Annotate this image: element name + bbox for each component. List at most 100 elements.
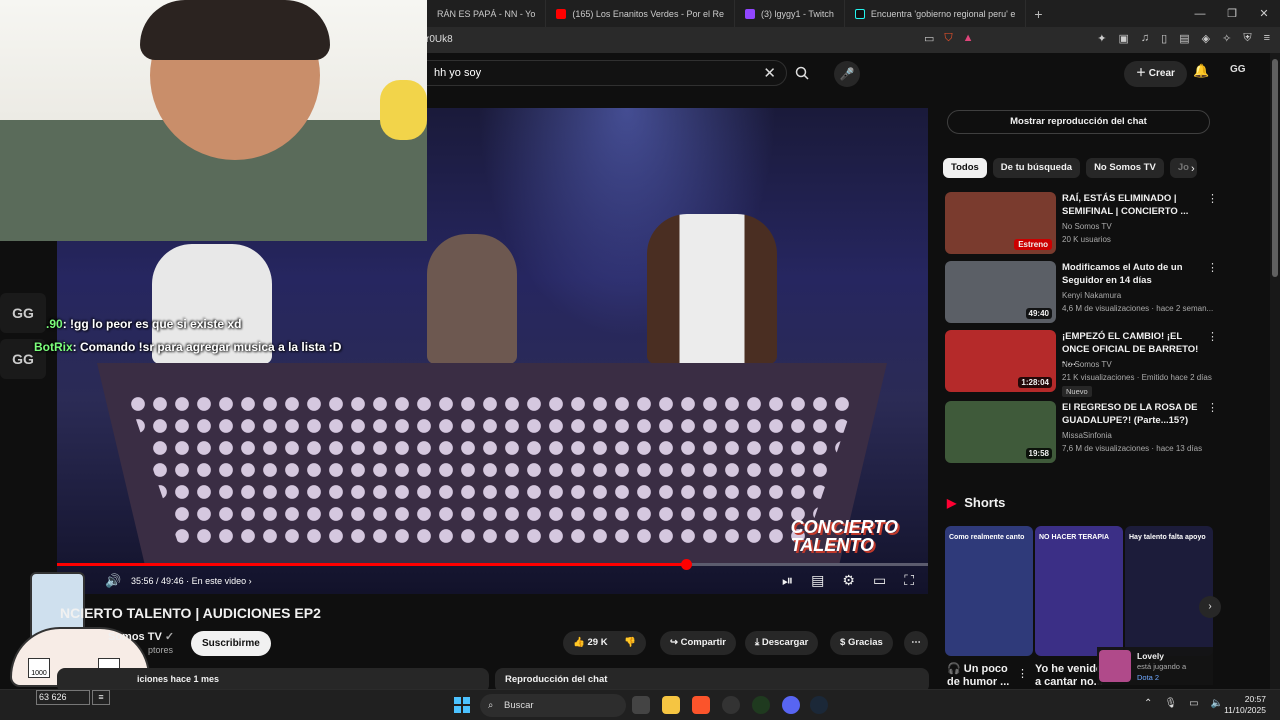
voice-search-button[interactable]: 🎤 [834, 61, 860, 87]
progress-scrubber[interactable] [680, 559, 692, 570]
game-activity-notification[interactable]: Lovely está jugando a Dota 2 [1097, 647, 1213, 685]
notifications-bell-icon[interactable]: 🔔 [1193, 63, 1209, 79]
speaker-icon[interactable]: 🔈 [1211, 698, 1223, 709]
shorts-next-arrow-icon[interactable]: › [1199, 596, 1221, 618]
rec-channel[interactable]: Kenyi Nakamura [1062, 291, 1121, 300]
minimize-button[interactable]: — [1184, 0, 1216, 27]
menu-icon[interactable]: ≡ [1264, 32, 1270, 45]
theater-mode-icon[interactable]: ▭ [873, 572, 886, 589]
video-thumbnail[interactable]: 1:28:04 [945, 330, 1056, 392]
wallet-icon[interactable]: ▤ [1179, 32, 1189, 45]
brave-shield-icon[interactable]: ⛉ [944, 32, 952, 45]
recommendation-item[interactable]: 49:40 Modificamos el Auto de un Seguidor… [945, 261, 1218, 325]
recommendation-item[interactable]: 1:28:04 ¡EMPEZÓ EL CAMBIO! ¡EL ONCE OFIC… [945, 330, 1218, 397]
url-field[interactable]: r0Uk8 [426, 27, 453, 53]
channel-name[interactable]: Somos TV ✓ [108, 630, 174, 643]
fullscreen-icon[interactable]: ⛶ [904, 572, 914, 589]
clear-search-icon[interactable]: ✕ [763, 64, 776, 82]
brave-rewards-icon[interactable]: ▲ [963, 32, 974, 45]
rec-title[interactable]: El REGRESO DE LA ROSA DE GUADALUPE?! (Pa… [1062, 401, 1202, 427]
leo-ai-icon[interactable]: ✧ [1222, 32, 1231, 45]
chip-from-search[interactable]: De tu búsqueda [992, 158, 1081, 178]
rec-title[interactable]: Modificamos el Auto de un Seguidor en 14… [1062, 261, 1202, 287]
kebab-menu-icon[interactable]: ⋮ [1207, 401, 1218, 414]
steam-icon[interactable] [810, 696, 828, 714]
chip-all[interactable]: Todos [943, 158, 987, 178]
extensions-icon[interactable]: ✦ [1097, 32, 1106, 45]
video-thumbnail[interactable]: 19:58 [945, 401, 1056, 463]
short-card[interactable]: Como realmente canto [945, 526, 1033, 656]
notification-game: Dota 2 [1137, 673, 1160, 682]
video-thumbnail[interactable]: Estreno [945, 192, 1056, 254]
share-button[interactable]: ↪ Compartir [660, 631, 737, 655]
background-object [380, 80, 427, 140]
kebab-menu-icon[interactable]: ⋮ [1017, 667, 1028, 680]
file-explorer-icon[interactable] [662, 696, 680, 714]
cast-icon[interactable]: ▭ [924, 32, 934, 45]
task-view-icon[interactable] [632, 696, 650, 714]
vpn-icon[interactable]: ◈ [1202, 32, 1210, 45]
start-tile [463, 697, 470, 704]
search-input[interactable]: hh yo soy ✕ [425, 60, 787, 86]
like-count[interactable]: 29 K [587, 637, 607, 648]
recommendation-item[interactable]: Estreno RAÍ, ESTÁS ELIMINADO | SEMIFINAL… [945, 192, 1218, 256]
subtitles-icon[interactable]: ▤ [811, 572, 824, 589]
more-actions-button[interactable]: ⋯ [904, 631, 928, 655]
taskbar-clock[interactable]: 20:57 11/10/2025 [1224, 694, 1266, 716]
new-tab-button[interactable]: + [1026, 6, 1050, 22]
xbox-icon[interactable] [752, 696, 770, 714]
chapter-label[interactable]: En este video [192, 576, 247, 586]
discord-icon[interactable] [782, 696, 800, 714]
counter-menu-icon[interactable]: ≡ [92, 690, 110, 705]
screenshot-icon[interactable]: ▣ [1119, 32, 1129, 45]
chevron-up-icon[interactable]: ⌃ [1144, 698, 1152, 709]
browser-tab-4[interactable]: Encuentra 'gobierno regional peru' e [845, 0, 1027, 27]
short-caption: Como realmente canto [949, 534, 1025, 541]
download-button[interactable]: ⤓ Descargar [745, 631, 819, 655]
subscribe-button[interactable]: Suscribirme [191, 631, 271, 656]
browser-tab-1[interactable]: RÁN ES PAPÁ - NN - Yo [427, 0, 547, 27]
taskbar-search[interactable]: ⌕ Buscar [480, 694, 626, 717]
shield-icon[interactable]: ⛨ [1243, 32, 1251, 45]
like-icon[interactable]: 👍 [573, 637, 585, 648]
account-avatar[interactable]: GG [1230, 64, 1246, 75]
recommendation-item[interactable]: 19:58 El REGRESO DE LA ROSA DE GUADALUPE… [945, 401, 1218, 465]
kebab-menu-icon[interactable]: ⋮ [1207, 192, 1218, 205]
network-icon[interactable]: ▭ [1189, 698, 1198, 709]
chat-user: BotRix [34, 340, 73, 354]
kebab-menu-icon[interactable]: ⋮ [1207, 261, 1218, 274]
brave-browser-icon[interactable] [692, 696, 710, 714]
settings-gear-icon[interactable]: ⚙ [842, 572, 855, 589]
close-window-button[interactable]: ✕ [1248, 0, 1280, 27]
search-button[interactable] [787, 60, 817, 86]
browser-tab-2[interactable]: (165) Los Enanitos Verdes - Por el Re [546, 0, 735, 27]
short-title[interactable]: 🎧 Un poco de humor ... [947, 663, 1023, 689]
chip-channel[interactable]: No Somos TV [1086, 158, 1164, 178]
mic-icon[interactable]: 🎙 [1164, 698, 1177, 709]
video-thumbnail[interactable]: 49:40 [945, 261, 1056, 323]
dislike-icon[interactable]: 👎 [624, 637, 636, 648]
autoplay-toggle[interactable]: ⏯ [782, 572, 793, 589]
rec-meta: 20 K usuarios [1062, 235, 1111, 244]
maximize-button[interactable]: ❐ [1216, 0, 1248, 27]
short-card[interactable]: Hay talento falta apoyo [1125, 526, 1213, 656]
thanks-button[interactable]: $ Gracias [830, 631, 893, 655]
rec-channel[interactable]: MissaSinfonia [1062, 431, 1112, 440]
browser-tab-3[interactable]: (3) lgygy1 - Twitch [735, 0, 845, 27]
scrollbar-thumb[interactable] [1272, 59, 1278, 277]
short-card[interactable]: NO HACER TERAPIA [1035, 526, 1123, 656]
rec-channel[interactable]: No Somos TV [1062, 360, 1112, 369]
show-chat-replay-button[interactable]: Mostrar reproducción del chat [947, 110, 1210, 134]
obs-icon[interactable] [722, 696, 740, 714]
sidebar-icon[interactable]: ▯ [1161, 32, 1167, 45]
page-scrollbar[interactable] [1270, 53, 1280, 689]
music-icon[interactable]: ♫ [1141, 32, 1149, 45]
video-progress-bar[interactable] [57, 559, 928, 570]
chips-next-arrow-icon[interactable]: › [1191, 163, 1195, 175]
rec-title[interactable]: RAÍ, ESTÁS ELIMINADO | SEMIFINAL | CONCI… [1062, 192, 1202, 218]
create-button[interactable]: ＋ Crear [1124, 61, 1187, 87]
kebab-menu-icon[interactable]: ⋮ [1207, 330, 1218, 343]
start-tile [463, 706, 470, 713]
rec-channel[interactable]: No Somos TV [1062, 222, 1112, 231]
windows-start-icon[interactable] [454, 697, 470, 713]
